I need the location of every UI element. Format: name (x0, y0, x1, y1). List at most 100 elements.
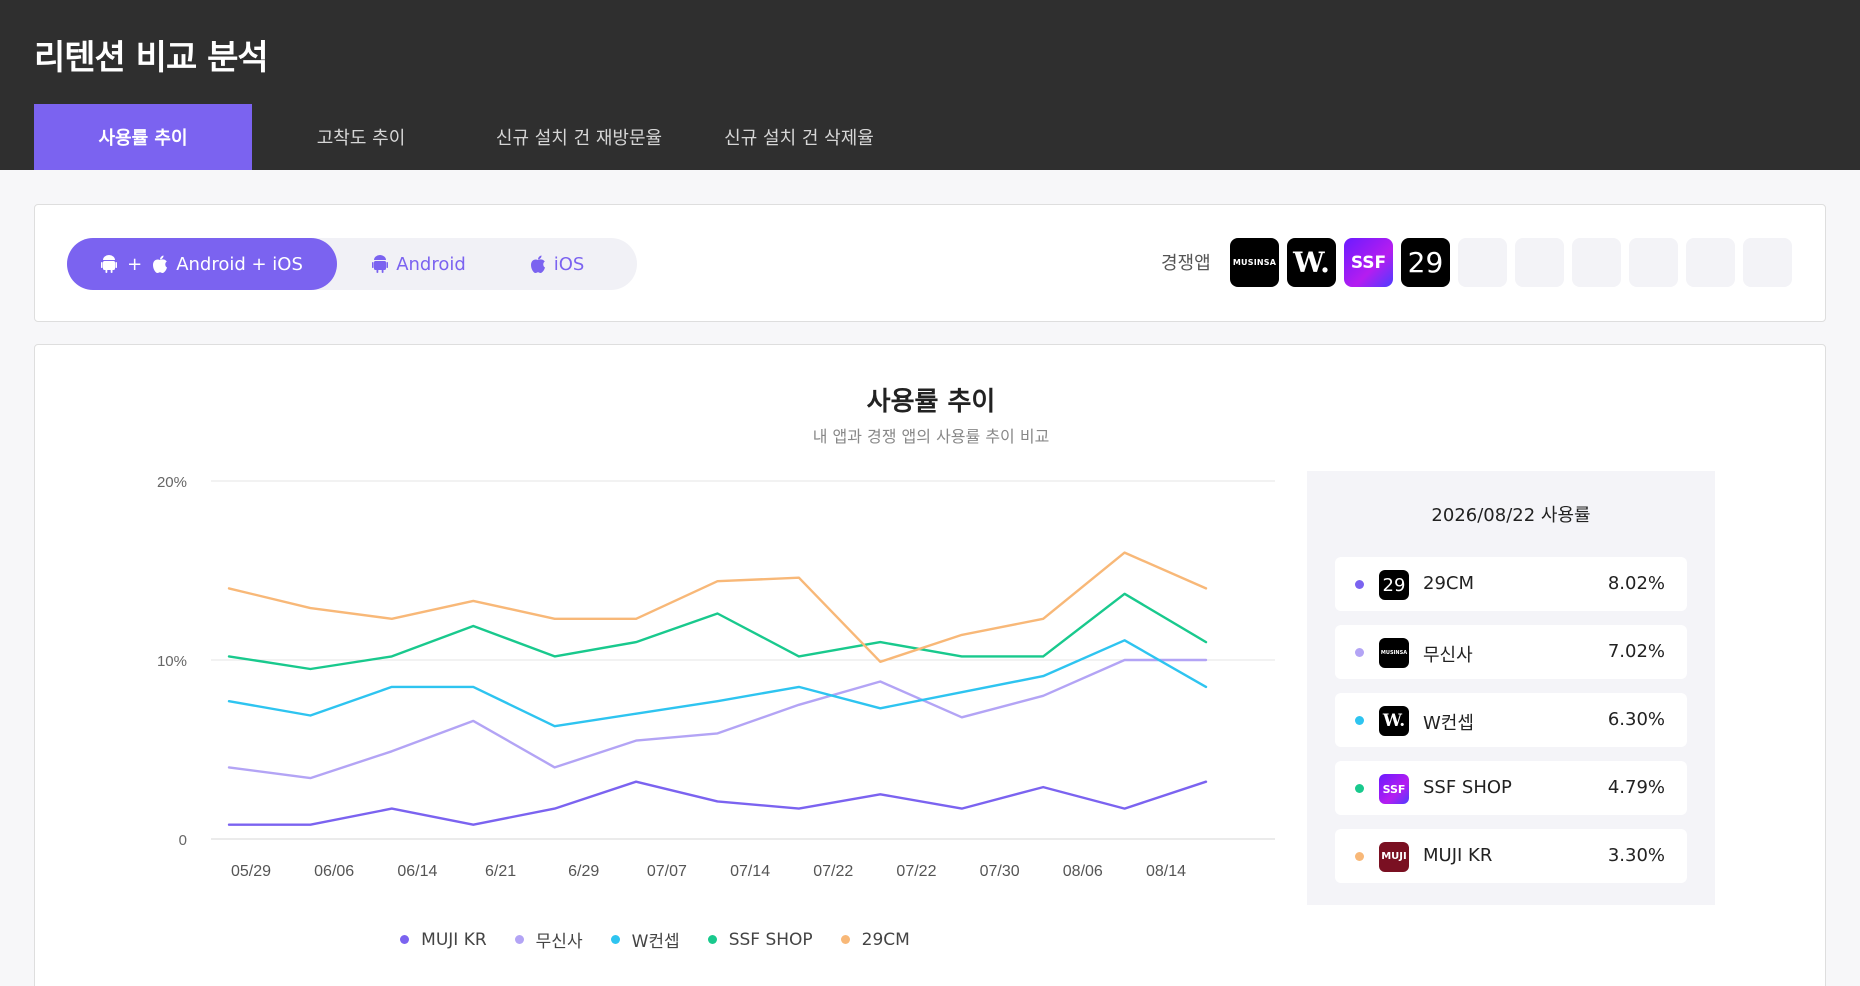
ranking-title: 2026/08/22 사용률 (1431, 505, 1591, 526)
wconcept-logo-text: W. (1382, 711, 1406, 731)
legend-color-dot (400, 935, 410, 944)
x-tick-label: 6/29 (568, 863, 599, 880)
platform-option-android-label: Android (396, 253, 466, 275)
musinsa-logo-icon: MUSINSA (1232, 258, 1277, 267)
series-line[interactable] (227, 551, 1208, 663)
x-tick-label: 07/14 (730, 863, 770, 880)
x-tick-label: 06/06 (314, 863, 354, 880)
ranking-value: 3.30% (1607, 845, 1665, 866)
ranking-app-name: SSF SHOP (1423, 777, 1512, 798)
platform-option-android[interactable]: Android (349, 238, 489, 290)
ranking-value: 8.02% (1607, 573, 1665, 594)
tab-stickiness-trend[interactable]: 고착도 추이 (252, 104, 470, 170)
29cm-logo-icon: 29 (1379, 570, 1409, 600)
legend-label: 29CM (861, 929, 910, 950)
legend-item[interactable]: 무신사 (514, 927, 583, 952)
x-tick-label: 08/06 (1063, 863, 1103, 880)
series-line[interactable] (227, 639, 1208, 728)
ranking-value: 4.79% (1607, 777, 1665, 798)
competitor-app-29cm[interactable]: 29 (1401, 238, 1450, 287)
ranking-row[interactable]: W. W컨셉 6.30% (1335, 693, 1687, 747)
series-color-dot (1355, 648, 1364, 657)
android-icon (101, 255, 118, 273)
x-tick-label: 06/14 (397, 863, 437, 880)
series-color-dot (1355, 784, 1364, 793)
competitor-app-ssf[interactable]: SSF (1344, 238, 1393, 287)
wconcept-logo-icon: W. (1379, 706, 1409, 736)
competitor-empty-slot[interactable] (1629, 238, 1678, 287)
legend-color-dot (707, 935, 717, 944)
series-line[interactable] (227, 658, 1208, 780)
competitor-empty-slot[interactable] (1515, 238, 1564, 287)
platform-option-ios[interactable]: iOS (507, 238, 607, 290)
apple-icon (153, 255, 168, 273)
wconcept-logo-icon: W. (1293, 246, 1330, 279)
platform-segmented-control: + Android + iOS Android iOS (67, 238, 637, 290)
tab-new-install-delete[interactable]: 신규 설치 건 삭제율 (690, 104, 908, 170)
competitor-empty-slot[interactable] (1458, 238, 1507, 287)
y-tick-label: 10% (157, 653, 187, 670)
musinsa-logo-icon: MUSINSA (1379, 638, 1409, 668)
ranking-value: 6.30% (1607, 709, 1665, 730)
competitor-app-musinsa[interactable]: MUSINSA (1230, 238, 1279, 287)
x-tick-label: 07/22 (896, 863, 936, 880)
legend-item[interactable]: W컨셉 (610, 927, 680, 952)
competitor-empty-slot[interactable] (1572, 238, 1621, 287)
chart-card: 사용률 추이 내 앱과 경쟁 앱의 사용률 추이 비교 0 10% 20% 05/29… (34, 344, 1826, 986)
competitor-empty-slot[interactable] (1743, 238, 1792, 287)
legend-item[interactable]: 29CM (840, 927, 910, 952)
y-tick-label: 0 (179, 832, 187, 849)
ssf-logo-icon: SSF (1379, 774, 1409, 804)
competitor-label: 경쟁앱 (1161, 253, 1211, 274)
29cm-logo-text: 29 (1382, 574, 1406, 596)
x-tick-label: 05/29 (231, 863, 271, 880)
ranking-row[interactable]: MUJI MUJI KR 3.30% (1335, 829, 1687, 883)
ranking-value: 7.02% (1607, 641, 1665, 662)
android-icon (372, 255, 389, 273)
tab-new-install-revisit[interactable]: 신규 설치 건 재방문율 (470, 104, 688, 170)
platform-option-ios-label: iOS (553, 253, 585, 275)
platform-option-all[interactable]: + Android + iOS (67, 238, 337, 290)
ranking-app-name: 무신사 (1423, 645, 1473, 666)
muji-logo-icon: MUJI (1379, 842, 1409, 872)
ranking-panel: 2026/08/22 사용률 29 29CM 8.02% MUSINSA 무신사… (1307, 471, 1715, 905)
legend-color-dot (610, 935, 620, 944)
platform-option-all-label: Android + iOS (176, 253, 303, 275)
filter-card: + Android + iOS Android iOS 경쟁앱 MUSINSA … (34, 204, 1826, 322)
apple-icon (530, 255, 545, 273)
ranking-app-name: W컨셉 (1423, 713, 1474, 734)
musinsa-logo-text: MUSINSA (1380, 650, 1408, 656)
competitor-empty-slot[interactable] (1686, 238, 1735, 287)
x-tick-label: 07/22 (813, 863, 853, 880)
series-color-dot (1355, 580, 1364, 589)
x-tick-label: 08/14 (1146, 863, 1186, 880)
legend-item[interactable]: SSF SHOP (707, 927, 813, 952)
competitor-app-wconcept[interactable]: W. (1287, 238, 1336, 287)
x-tick-label: 07/07 (647, 863, 687, 880)
plus-sign: + (127, 253, 143, 275)
ranking-row[interactable]: SSF SSF SHOP 4.79% (1335, 761, 1687, 815)
y-tick-label: 20% (157, 474, 187, 491)
legend-label: W컨셉 (631, 932, 680, 952)
ranking-row[interactable]: MUSINSA 무신사 7.02% (1335, 625, 1687, 679)
legend-color-dot (514, 935, 524, 944)
ranking-app-name: MUJI KR (1423, 845, 1493, 866)
x-tick-label: 07/30 (980, 863, 1020, 880)
x-tick-label: 6/21 (485, 863, 516, 880)
ssf-logo-icon: SSF (1350, 252, 1387, 273)
tab-usage-trend[interactable]: 사용률 추이 (34, 104, 252, 170)
ranking-row[interactable]: 29 29CM 8.02% (1335, 557, 1687, 611)
legend-label: 무신사 (535, 932, 583, 952)
legend-label: MUJI KR (421, 929, 487, 950)
muji-logo-text: MUJI (1381, 851, 1407, 862)
top-header: 리텐션 비교 분석 (0, 0, 1860, 104)
29cm-logo-icon: 29 (1407, 246, 1444, 279)
usage-trend-line-chart: 0 10% 20% 05/29 06/06 06/14 6/21 6/29 07/07 07/14… (157, 474, 1275, 880)
series-color-dot (1355, 852, 1364, 861)
legend-color-dot (840, 935, 850, 944)
ranking-app-name: 29CM (1423, 573, 1475, 594)
page-title: 리텐션 비교 분석 (34, 38, 269, 78)
series-line[interactable] (227, 780, 1208, 826)
legend-item[interactable]: MUJI KR (400, 927, 487, 952)
ssf-logo-text: SSF (1382, 782, 1406, 796)
